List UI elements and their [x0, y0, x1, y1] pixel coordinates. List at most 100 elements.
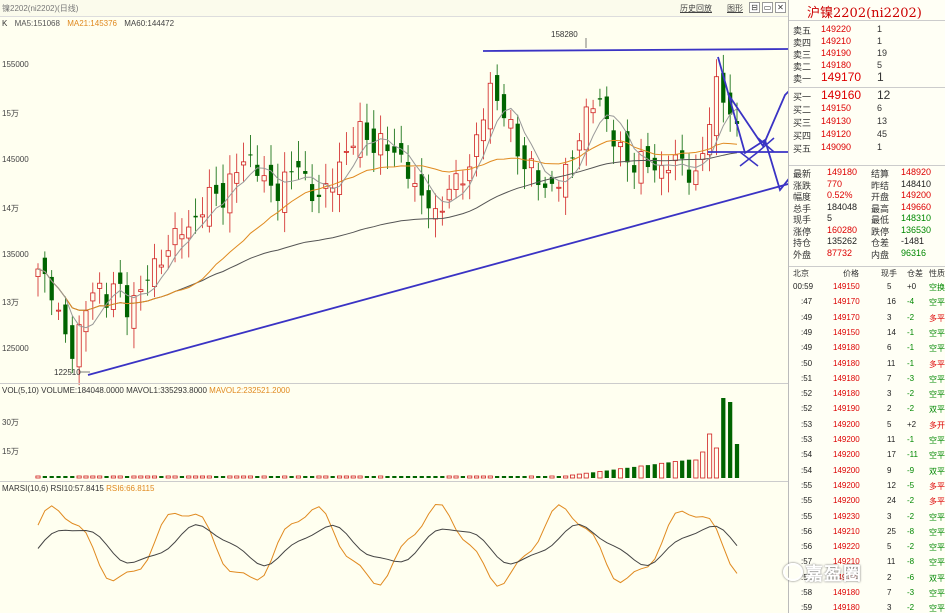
bid-level[interactable]: 买三 149130 13 [789, 116, 945, 128]
tick-row[interactable]: :52 149180 3 -2 空平 [789, 389, 945, 402]
tick-nature: 空平 [929, 298, 945, 308]
bid-label: 买四 [793, 131, 812, 141]
ask-level[interactable]: 卖五 149220 1 [789, 24, 945, 36]
rsi-legend: MARSI(10,6) RSI10:57.8415 RSI6:66.8115 [2, 484, 154, 493]
ask-volume: 19 [877, 48, 888, 58]
tick-price: 149200 [833, 465, 860, 475]
bid-label: 买一 [793, 92, 812, 102]
bid-price: 149160 [821, 88, 862, 102]
tick-oi-change: -2 [907, 404, 915, 414]
stat-row: 涨停 160280 跌停 136530 [789, 225, 945, 237]
tick-nature: 双平 [929, 405, 945, 415]
tick-row[interactable]: :55 149200 12 -5 多平 [789, 481, 945, 494]
tick-price: 149180 [833, 373, 860, 383]
ask-volume: 1 [877, 36, 883, 46]
tick-price: 149210 [833, 526, 860, 536]
bid-level[interactable]: 买一 149160 12 [789, 88, 945, 102]
tick-price: 149200 [833, 435, 860, 444]
tick-row[interactable]: :55 149200 24 -2 多平 [789, 496, 945, 509]
tick-time: 00:59 [793, 282, 814, 291]
tick-nature: 双平 [929, 466, 945, 476]
tick-nature: 多开 [929, 420, 945, 430]
stat-value: 770 [827, 178, 843, 189]
volume-indicator-name: VOL(5,10) [2, 386, 39, 395]
tick-header-cell: 北京 [793, 269, 809, 278]
tick-row[interactable]: :56 149210 25 -8 空平 [789, 527, 945, 540]
tick-nature: 多平 [929, 313, 945, 323]
bid-price: 149150 [821, 103, 852, 113]
bid-price: 149090 [821, 142, 852, 152]
resistance-line [482, 48, 788, 52]
bid-level[interactable]: 买五 149090 1 [789, 142, 945, 154]
stat-value: 135262 [827, 236, 858, 246]
tick-oi-change: -4 [907, 297, 915, 307]
high-price-label: 158280 [551, 30, 578, 39]
tick-time: :56 [801, 526, 813, 536]
ask-level[interactable]: 卖四 149210 1 [789, 36, 945, 48]
kline-chart-area[interactable]: 镍2202(ni2202)(日线) 历史回放 图形 ⊟ ▭ ✕ K MA5:15… [0, 0, 788, 613]
tick-row[interactable]: :54 149200 9 -9 双平 [789, 466, 945, 479]
tick-price: 149170 [833, 312, 860, 322]
tick-nature: 多平 [929, 497, 945, 507]
tick-row[interactable]: :47 149170 16 -4 空平 [789, 297, 945, 310]
tick-row[interactable]: :49 149170 3 -2 多平 [789, 313, 945, 326]
tick-header-cell: 性质 [929, 269, 945, 278]
tick-nature: 空平 [929, 390, 945, 400]
tick-volume: 14 [887, 327, 896, 337]
tick-time: :50 [801, 358, 813, 368]
stat-row: 最新 149180 结算 148920 [789, 167, 945, 179]
stat-row: 总手 184048 最高 149660 [789, 202, 945, 214]
ask-level[interactable]: 卖三 149190 19 [789, 48, 945, 60]
rsi6-value: RSI6:66.8115 [106, 484, 155, 493]
ask-price: 149180 [821, 60, 852, 70]
stat-label: 外盘 [793, 249, 812, 260]
stat-row: 涨跌 770 昨结 148410 [789, 179, 945, 191]
bid-volume: 6 [877, 103, 883, 113]
bid-level[interactable]: 买二 149150 6 [789, 103, 945, 115]
tick-row[interactable]: 00:59 149150 5 +0 空换 [789, 282, 945, 295]
tick-row[interactable]: :53 149200 11 -1 空平 [789, 435, 945, 448]
bid-level[interactable]: 买四 149120 45 [789, 129, 945, 141]
ask-volume: 5 [877, 60, 883, 70]
tick-volume: 7 [887, 588, 892, 597]
tick-row[interactable]: :53 149200 5 +2 多开 [789, 420, 945, 433]
tick-volume: 5 [887, 542, 892, 552]
tick-row[interactable]: :52 149190 2 -2 双平 [789, 404, 945, 417]
tick-time: :53 [801, 419, 813, 429]
contract-title: 沪镍2202(ni2202) [789, 0, 945, 21]
tick-row[interactable]: :56 149220 5 -2 空平 [789, 542, 945, 555]
tick-oi-change: -2 [907, 542, 915, 552]
tick-time: :55 [801, 511, 813, 521]
tick-row[interactable]: :49 149150 14 -1 空平 [789, 328, 945, 341]
tick-oi-change: -8 [907, 526, 915, 536]
panel-divider [0, 383, 788, 384]
tick-oi-change: -3 [907, 373, 915, 383]
tick-oi-change: -2 [907, 511, 915, 521]
tick-time: :58 [801, 588, 813, 597]
ask-price: 149210 [821, 36, 852, 46]
tick-row[interactable]: :59 149180 3 -2 空平 [789, 603, 945, 613]
tick-nature: 空平 [929, 451, 945, 461]
tick-volume: 3 [887, 511, 892, 521]
tick-row[interactable]: :51 149180 7 -3 空平 [789, 374, 945, 387]
tick-row[interactable]: :54 149200 17 -11 空平 [789, 450, 945, 463]
ask-level[interactable]: 卖一 149170 1 [789, 70, 945, 84]
tick-row[interactable]: :55 149230 3 -2 空平 [789, 512, 945, 525]
tick-price: 149220 [833, 542, 860, 552]
stat-value: -1481 [901, 236, 925, 246]
tick-row[interactable]: :58 149180 7 -3 空平 [789, 588, 945, 601]
tick-row[interactable]: :50 149180 11 -1 多平 [789, 359, 945, 372]
tick-oi-change: -2 [907, 312, 915, 322]
tick-row[interactable]: :49 149180 6 -1 空平 [789, 343, 945, 356]
vol-axis-label: 15万 [2, 447, 19, 456]
tick-time: :54 [801, 450, 813, 460]
bid-label: 买三 [793, 118, 812, 128]
tick-header-cell: 价格 [843, 269, 859, 278]
bid-price: 149130 [821, 116, 852, 126]
bid-volume: 12 [877, 88, 891, 102]
candlestick-plot: 158280 122510 [35, 30, 788, 587]
tick-price: 149200 [833, 480, 860, 490]
ask-level[interactable]: 卖二 149180 5 [789, 60, 945, 72]
panel-divider [0, 481, 788, 482]
bid-volume: 13 [877, 116, 888, 126]
